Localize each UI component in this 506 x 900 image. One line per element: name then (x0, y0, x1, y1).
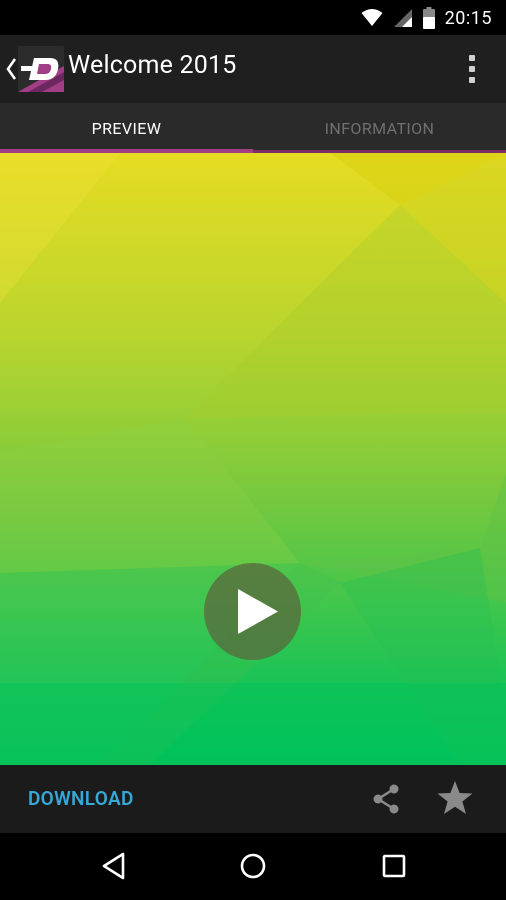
play-icon (238, 589, 278, 634)
overflow-menu-icon[interactable] (462, 52, 482, 86)
wallpaper-image (0, 153, 506, 765)
nav-recents-icon[interactable] (381, 853, 407, 879)
status-bar: 20:15 (0, 0, 506, 35)
action-bar: Welcome 2015 (0, 35, 506, 103)
zedge-logo[interactable] (18, 46, 64, 92)
wallpaper-preview[interactable] (0, 153, 506, 765)
wifi-icon (361, 9, 383, 26)
system-nav-bar (0, 833, 506, 900)
nav-back-icon[interactable] (100, 851, 128, 881)
chevron-left-icon[interactable] (4, 55, 18, 83)
status-icons: 20:15 (361, 6, 492, 30)
star-icon[interactable] (436, 779, 474, 817)
play-button[interactable] (204, 563, 301, 660)
cell-signal-icon (393, 9, 412, 27)
status-time: 20:15 (444, 7, 492, 29)
nav-home-icon[interactable] (239, 852, 267, 880)
tab-bar: PREVIEW INFORMATION (0, 103, 506, 153)
tab-preview-label: PREVIEW (91, 118, 162, 138)
bottom-action-bar: DOWNLOAD (0, 765, 506, 833)
battery-icon (422, 7, 435, 29)
tab-information[interactable]: INFORMATION (253, 103, 506, 153)
download-button[interactable]: DOWNLOAD (28, 787, 134, 810)
tab-preview[interactable]: PREVIEW (0, 103, 253, 153)
tab-information-label: INFORMATION (324, 118, 435, 138)
page-title: Welcome 2015 (68, 51, 237, 80)
share-icon[interactable] (370, 783, 402, 815)
